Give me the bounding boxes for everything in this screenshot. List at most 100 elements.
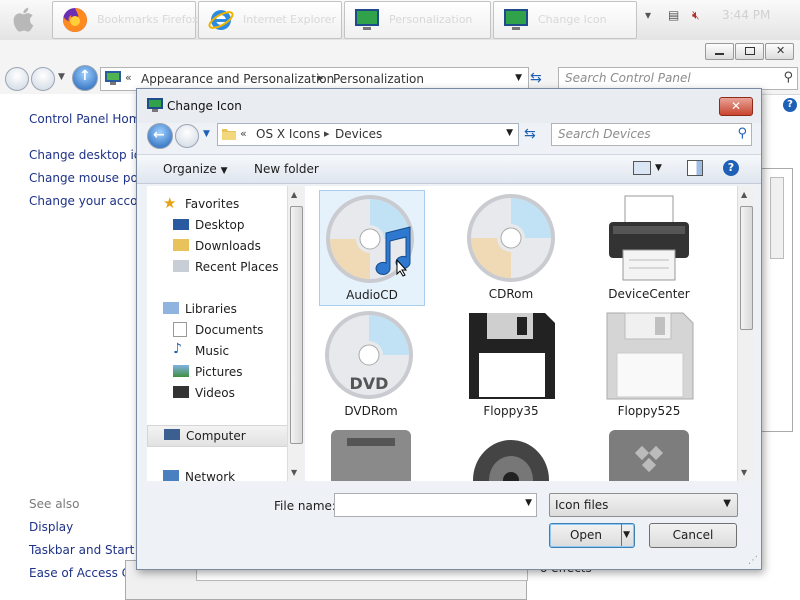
icon-caption: DVDRom xyxy=(344,404,398,418)
network-tray-icon[interactable]: ▤ xyxy=(668,8,679,22)
tree-item-desktop[interactable]: Desktop xyxy=(147,215,287,235)
open-split-divider xyxy=(621,523,622,546)
breadcrumb-separator[interactable]: ▸ xyxy=(318,71,324,84)
icon-item-windows-drive[interactable] xyxy=(597,424,701,481)
breadcrumb-separator[interactable]: ▸ xyxy=(324,127,330,140)
breadcrumb-personalization[interactable]: Personalization xyxy=(333,72,424,86)
search-placeholder: Search Devices xyxy=(558,127,651,141)
forward-button[interactable] xyxy=(31,67,55,91)
up-button[interactable]: ↑ xyxy=(72,65,98,91)
clock[interactable]: 3:44 PM xyxy=(722,8,770,22)
icon-item-floppy35[interactable]: Floppy35 xyxy=(459,307,563,421)
icon-item-hard-drive[interactable] xyxy=(319,424,423,481)
tree-item-recent-places[interactable]: Recent Places xyxy=(147,257,287,277)
volume-muted-icon[interactable]: 🔇︎ xyxy=(692,8,700,23)
tree-item-documents[interactable]: Documents xyxy=(147,320,287,340)
task-change-icon[interactable]: Change Icon xyxy=(493,1,637,39)
icon-item-audiocd[interactable]: AudioCD xyxy=(319,190,425,306)
back-button[interactable] xyxy=(5,67,29,91)
task-firefox[interactable]: Bookmarks Firefox xyxy=(52,1,198,39)
help-icon[interactable]: ? xyxy=(783,98,797,112)
new-folder-button[interactable]: New folder xyxy=(254,162,319,176)
tree-scrollbar[interactable]: ▲ ▼ xyxy=(287,186,304,481)
tray-overflow-icon[interactable]: ▾ xyxy=(645,8,651,22)
breadcrumb-os-x-icons[interactable]: OS X Icons xyxy=(256,127,320,141)
recent-places-icon xyxy=(173,260,189,272)
breadcrumb-devices[interactable]: Devices xyxy=(335,127,382,141)
address-dropdown-icon[interactable]: ▼ xyxy=(515,73,522,83)
dialog-title-bar[interactable]: Change Icon ✕ xyxy=(137,89,761,123)
icon-item-floppy525[interactable]: Floppy525 xyxy=(597,307,701,421)
dialog-forward-button[interactable] xyxy=(175,124,199,148)
search-icon[interactable]: ⚲ xyxy=(737,126,747,141)
search-icon[interactable]: ⚲ xyxy=(783,70,793,85)
organize-button[interactable]: Organize ▼ xyxy=(163,162,228,176)
dialog-address-prefix[interactable]: « xyxy=(240,127,247,140)
scroll-down-icon[interactable]: ▼ xyxy=(291,468,297,477)
tree-item-favorites[interactable]: ★ Favorites xyxy=(147,194,287,214)
icon-item-speaker[interactable] xyxy=(459,424,563,481)
file-type-select[interactable]: Icon files ▼ xyxy=(549,493,738,517)
window-close-button[interactable]: ✕ xyxy=(765,43,794,60)
dialog-refresh-icon[interactable]: ⇆ xyxy=(524,126,536,142)
close-icon: ✕ xyxy=(730,99,742,113)
monitor-icon xyxy=(147,98,163,112)
tree-item-computer[interactable]: Computer xyxy=(147,425,289,447)
open-button[interactable]: Open ▼ xyxy=(549,523,635,548)
refresh-icon[interactable]: ⇆ xyxy=(530,70,542,86)
change-mouse-pointers-link[interactable]: Change mouse po xyxy=(29,171,138,185)
apple-logo-icon[interactable] xyxy=(10,4,40,34)
tree-scroll-thumb[interactable] xyxy=(290,206,303,444)
tree-label: Recent Places xyxy=(195,260,279,274)
view-dropdown-icon[interactable]: ▼ xyxy=(655,163,662,173)
search-placeholder: Search Control Panel xyxy=(565,71,691,85)
scroll-down-icon[interactable]: ▼ xyxy=(741,468,747,477)
view-options-icon[interactable] xyxy=(633,161,651,175)
tree-item-pictures[interactable]: Pictures xyxy=(147,362,287,382)
file-name-dropdown-icon[interactable]: ▼ xyxy=(525,498,532,508)
maximize-button[interactable] xyxy=(735,43,764,60)
tree-item-libraries[interactable]: Libraries xyxy=(147,299,287,319)
resize-grip-icon[interactable]: ⋰ xyxy=(748,555,758,566)
display-link[interactable]: Display xyxy=(29,520,73,534)
minimize-button[interactable] xyxy=(705,43,734,60)
address-dropdown-icon[interactable]: ▼ xyxy=(506,128,513,138)
taskbar-start-menu-link[interactable]: Taskbar and Start M xyxy=(29,543,149,557)
background-scrollbar[interactable] xyxy=(770,177,784,259)
control-panel-icon xyxy=(105,71,121,85)
open-dropdown-icon[interactable]: ▼ xyxy=(623,524,630,546)
control-panel-home-link[interactable]: Control Panel Home xyxy=(29,112,148,126)
tree-item-music[interactable]: ♪ Music xyxy=(147,341,287,361)
preview-pane-icon[interactable] xyxy=(687,160,703,176)
control-panel-search-input[interactable]: Search Control Panel ⚲ xyxy=(558,67,798,90)
dialog-address-bar[interactable]: « OS X Icons ▸ Devices ▼ xyxy=(217,123,519,146)
task-label: Internet Explorer xyxy=(243,13,336,26)
dialog-back-button[interactable]: ← xyxy=(147,123,173,149)
icon-item-dvdrom[interactable]: DVD DVDRom xyxy=(319,307,423,421)
cancel-button[interactable]: Cancel xyxy=(649,523,737,548)
recent-pages-arrow-icon[interactable]: ▼ xyxy=(58,72,65,82)
help-icon[interactable]: ? xyxy=(723,160,739,176)
address-prefix[interactable]: « xyxy=(125,71,132,84)
icon-item-devicecenter[interactable]: DeviceCenter xyxy=(597,190,701,304)
breadcrumb-appearance[interactable]: Appearance and Personalization xyxy=(141,72,334,86)
icon-caption: DeviceCenter xyxy=(608,287,690,301)
task-ie[interactable]: Internet Explorer xyxy=(198,1,342,39)
tree-item-videos[interactable]: Videos xyxy=(147,383,287,403)
tree-item-network[interactable]: Network xyxy=(147,467,287,481)
scroll-up-icon[interactable]: ▲ xyxy=(741,190,747,199)
dialog-close-button[interactable]: ✕ xyxy=(719,97,753,116)
scroll-up-icon[interactable]: ▲ xyxy=(291,190,297,199)
dialog-search-input[interactable]: Search Devices ⚲ xyxy=(551,123,752,146)
file-name-input[interactable]: ▼ xyxy=(334,493,537,517)
icon-grid-scroll-thumb[interactable] xyxy=(740,206,753,330)
task-personalization[interactable]: Personalization xyxy=(344,1,491,39)
recent-locations-arrow-icon[interactable]: ▼ xyxy=(203,129,210,139)
file-type-value: Icon files xyxy=(555,498,609,512)
icon-item-cdrom[interactable]: CDRom xyxy=(459,190,563,304)
icon-grid-scrollbar[interactable]: ▲ ▼ xyxy=(737,186,754,481)
tree-item-downloads[interactable]: Downloads xyxy=(147,236,287,256)
change-account-picture-link[interactable]: Change your acco xyxy=(29,194,137,208)
file-name-label: File name: xyxy=(274,499,336,513)
change-desktop-icons-link[interactable]: Change desktop ic xyxy=(29,148,140,162)
